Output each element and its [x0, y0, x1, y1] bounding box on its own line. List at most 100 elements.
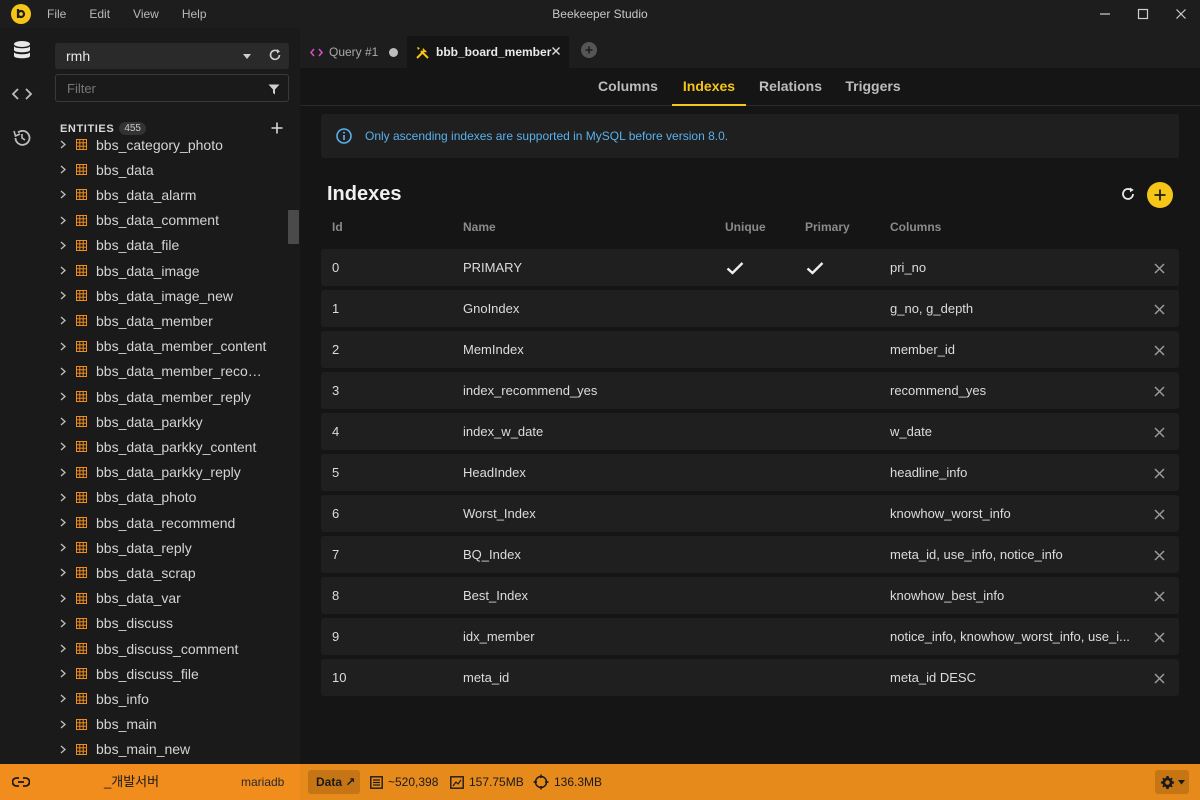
entity-item[interactable]: bbs_main_new — [44, 737, 284, 762]
close-window-button[interactable] — [1162, 0, 1200, 28]
connection-status[interactable]: _개발서버 mariadb — [0, 764, 300, 800]
entity-item[interactable]: bbs_data_image — [44, 258, 284, 283]
filter-icon[interactable] — [268, 83, 280, 98]
entity-item[interactable]: bbs_discuss — [44, 611, 284, 636]
chevron-right-icon[interactable] — [60, 543, 68, 552]
sidebar-scrollbar[interactable] — [288, 210, 299, 244]
entity-item[interactable]: bbs_data_parkky — [44, 409, 284, 434]
entity-item[interactable]: bbs_data_photo — [44, 485, 284, 510]
delete-index-button[interactable] — [1154, 262, 1165, 277]
entity-item[interactable]: bbs_data_member_content — [44, 334, 284, 359]
chevron-right-icon[interactable] — [60, 216, 68, 225]
chevron-right-icon[interactable] — [60, 720, 68, 729]
table-row[interactable]: 6 Worst_Index knowhow_worst_info — [321, 495, 1179, 532]
table-row[interactable]: 1 GnoIndex g_no, g_depth — [321, 290, 1179, 327]
delete-index-button[interactable] — [1154, 426, 1165, 441]
menu-file[interactable]: File — [47, 7, 66, 21]
entity-item[interactable]: bbs_category_photo — [44, 134, 284, 157]
chevron-right-icon[interactable] — [60, 367, 68, 376]
delete-index-button[interactable] — [1154, 344, 1165, 359]
refresh-connection-button[interactable] — [268, 48, 282, 65]
table-row[interactable]: 5 HeadIndex headline_info — [321, 454, 1179, 491]
code-nav-button[interactable] — [0, 72, 44, 116]
table-row[interactable]: 7 BQ_Index meta_id, use_info, notice_info — [321, 536, 1179, 573]
entity-item[interactable]: bbs_discuss_comment — [44, 636, 284, 661]
chevron-right-icon[interactable] — [60, 266, 68, 275]
table-row[interactable]: 8 Best_Index knowhow_best_info — [321, 577, 1179, 614]
entity-item[interactable]: bbs_data_comment — [44, 208, 284, 233]
chevron-right-icon[interactable] — [60, 241, 68, 250]
data-button[interactable]: Data ↗ — [308, 770, 360, 794]
filter-input[interactable] — [56, 75, 256, 101]
chevron-right-icon[interactable] — [60, 669, 68, 678]
entity-item[interactable]: bbs_data_reply — [44, 535, 284, 560]
new-tab-button[interactable] — [581, 42, 597, 58]
subtab-relations[interactable]: Relations — [756, 68, 825, 106]
entity-item[interactable]: bbs_data_member_reply — [44, 384, 284, 409]
chevron-right-icon[interactable] — [60, 694, 68, 703]
chevron-right-icon[interactable] — [60, 745, 68, 754]
entity-item[interactable]: bbs_data_member_recom... — [44, 359, 284, 384]
settings-button[interactable] — [1155, 770, 1189, 794]
entity-item[interactable]: bbs_data_alarm — [44, 182, 284, 207]
chevron-right-icon[interactable] — [60, 468, 68, 477]
tab-query-1[interactable]: Query #1 — [300, 36, 406, 68]
add-index-button[interactable] — [1147, 182, 1173, 208]
tab-table-bbb-board-member[interactable]: bbb_board_member — [407, 36, 569, 68]
entity-item[interactable]: bbs_data_scrap — [44, 560, 284, 585]
entity-item[interactable]: bbs_data_var — [44, 586, 284, 611]
chevron-right-icon[interactable] — [60, 392, 68, 401]
delete-index-button[interactable] — [1154, 303, 1165, 318]
history-nav-button[interactable] — [0, 116, 44, 160]
delete-index-button[interactable] — [1154, 467, 1165, 482]
entity-item[interactable]: bbs_data_file — [44, 233, 284, 258]
delete-index-button[interactable] — [1154, 385, 1165, 400]
subtab-columns[interactable]: Columns — [593, 68, 663, 106]
entity-item[interactable]: bbs_data — [44, 157, 284, 182]
chevron-right-icon[interactable] — [60, 291, 68, 300]
table-row[interactable]: 2 MemIndex member_id — [321, 331, 1179, 368]
table-row[interactable]: 3 index_recommend_yes recommend_yes — [321, 372, 1179, 409]
delete-index-button[interactable] — [1154, 549, 1165, 564]
database-nav-button[interactable] — [0, 28, 44, 72]
refresh-indexes-button[interactable] — [1120, 186, 1136, 205]
chevron-right-icon[interactable] — [60, 442, 68, 451]
entity-item[interactable]: bbs_data_parkky_content — [44, 434, 284, 459]
delete-index-button[interactable] — [1154, 590, 1165, 605]
chevron-right-icon[interactable] — [60, 190, 68, 199]
chevron-right-icon[interactable] — [60, 316, 68, 325]
entity-item[interactable]: bbs_info — [44, 686, 284, 711]
entity-item[interactable]: bbs_data_member — [44, 308, 284, 333]
subtab-triggers[interactable]: Triggers — [841, 68, 905, 106]
menu-edit[interactable]: Edit — [89, 7, 110, 21]
chevron-right-icon[interactable] — [60, 342, 68, 351]
chevron-right-icon[interactable] — [60, 140, 68, 149]
maximize-button[interactable] — [1124, 0, 1162, 28]
delete-index-button[interactable] — [1154, 508, 1165, 523]
delete-index-button[interactable] — [1154, 631, 1165, 646]
entity-item[interactable]: bbs_data_image_new — [44, 283, 284, 308]
entity-item[interactable]: bbs_data_parkky_reply — [44, 460, 284, 485]
chevron-right-icon[interactable] — [60, 165, 68, 174]
table-row[interactable]: 9 idx_member notice_info, knowhow_worst_in… — [321, 618, 1179, 655]
close-tab-button[interactable] — [551, 45, 561, 59]
chevron-right-icon[interactable] — [60, 619, 68, 628]
chevron-right-icon[interactable] — [60, 518, 68, 527]
table-row[interactable]: 10 meta_id meta_id DESC — [321, 659, 1179, 696]
entity-item[interactable]: bbs_discuss_file — [44, 661, 284, 686]
delete-index-button[interactable] — [1154, 672, 1165, 687]
chevron-right-icon[interactable] — [60, 568, 68, 577]
entity-item[interactable]: bbs_main — [44, 712, 284, 737]
chevron-right-icon[interactable] — [60, 493, 68, 502]
menu-view[interactable]: View — [133, 7, 159, 21]
menu-help[interactable]: Help — [182, 7, 207, 21]
table-row[interactable]: 0 PRIMARY pri_no — [321, 249, 1179, 286]
minimize-button[interactable] — [1086, 0, 1124, 28]
table-row[interactable]: 4 index_w_date w_date — [321, 413, 1179, 450]
connection-select[interactable]: rmh — [55, 43, 289, 69]
chevron-right-icon[interactable] — [60, 594, 68, 603]
subtab-indexes[interactable]: Indexes — [672, 68, 746, 106]
entity-item[interactable]: bbs_data_recommend — [44, 510, 284, 535]
chevron-right-icon[interactable] — [60, 417, 68, 426]
chevron-right-icon[interactable] — [60, 644, 68, 653]
